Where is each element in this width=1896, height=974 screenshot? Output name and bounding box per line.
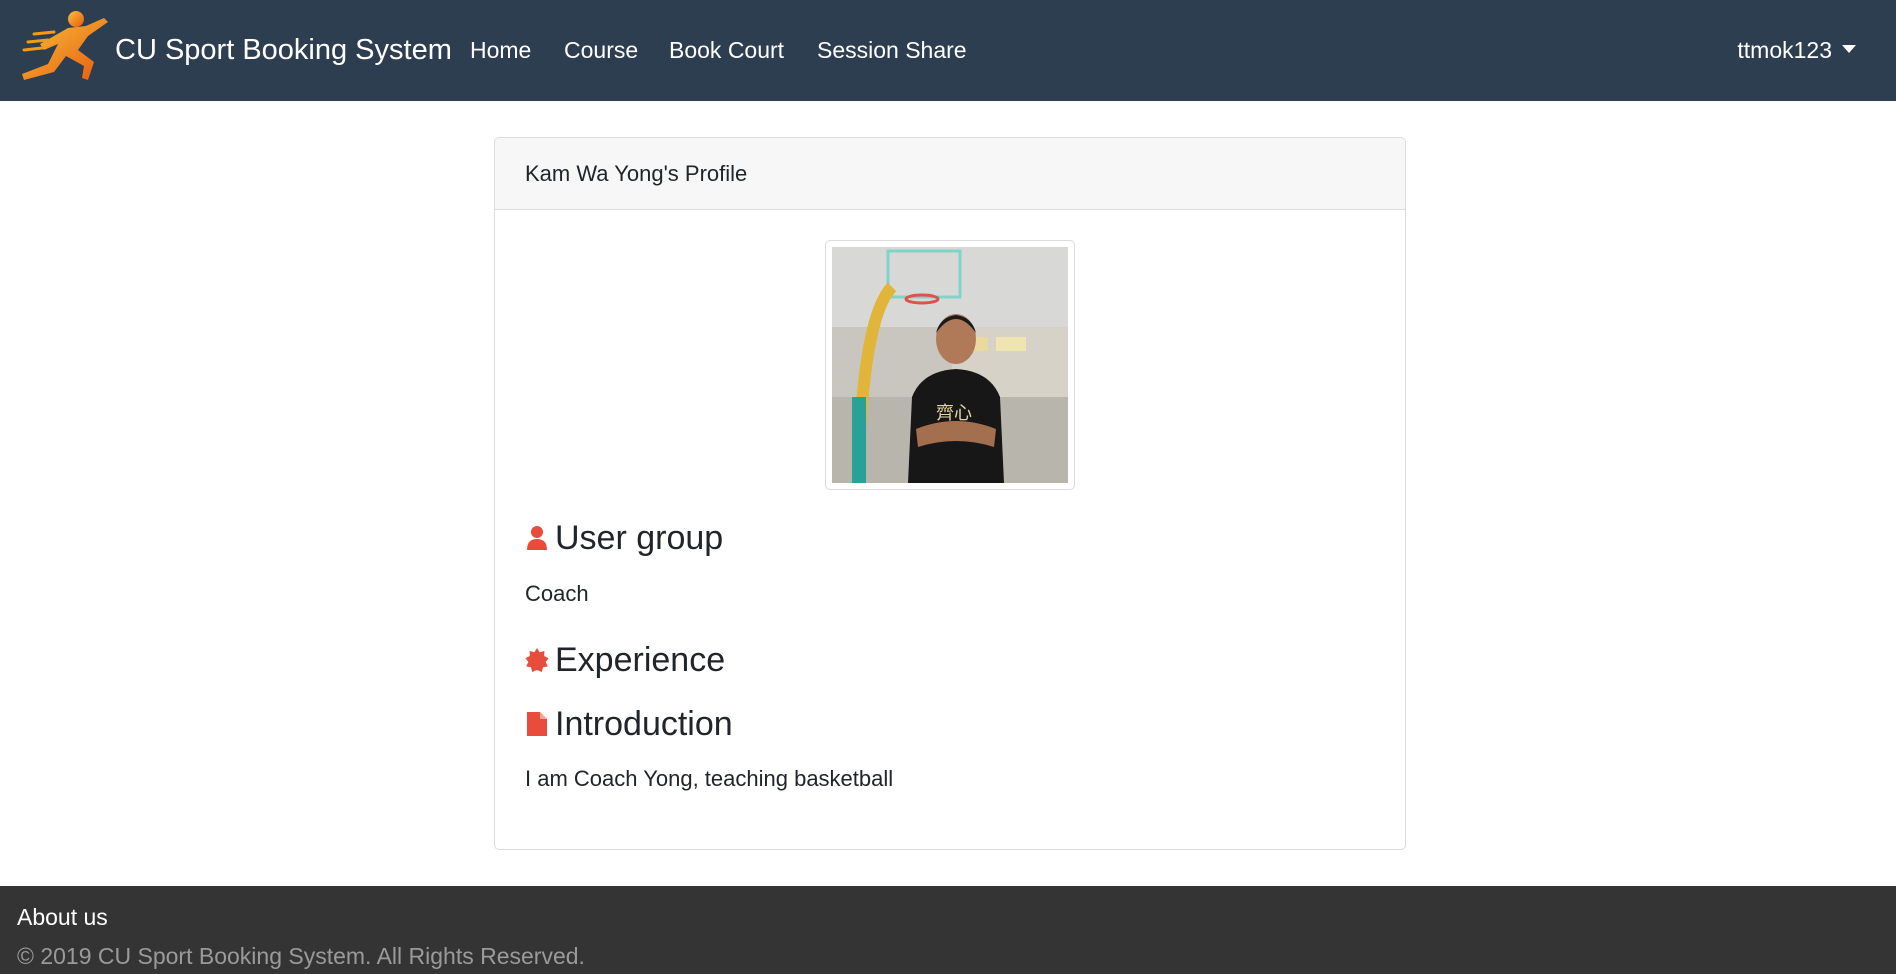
user-name: ttmok123 <box>1737 37 1832 63</box>
introduction-value: I am Coach Yong, teaching basketball <box>525 766 894 791</box>
nav-session-share[interactable]: Session Share <box>817 34 967 66</box>
footer-about-us[interactable]: About us <box>17 902 108 932</box>
user-group-value: Coach <box>525 581 589 606</box>
experience-title: Experience <box>555 641 726 679</box>
nav-home[interactable]: Home <box>470 34 531 66</box>
user-group-heading: User group <box>525 516 723 560</box>
runner-logo-icon[interactable] <box>14 10 112 88</box>
profile-photo: 齊心 <box>825 240 1075 490</box>
file-icon <box>527 712 547 736</box>
footer-copyright: © 2019 CU Sport Booking System. All Righ… <box>17 943 585 969</box>
introduction-heading: Introduction <box>525 702 733 746</box>
user-icon <box>527 526 547 550</box>
top-navbar: CU Sport Booking System Home Course Book… <box>0 0 1896 101</box>
chevron-down-icon <box>1842 45 1856 53</box>
profile-card: Kam Wa Yong's Profile 齊心 User group Coac… <box>494 137 1406 850</box>
nav-book-court[interactable]: Book Court <box>669 34 784 66</box>
user-dropdown[interactable]: ttmok123 <box>1737 34 1856 66</box>
card-header: Kam Wa Yong's Profile <box>495 138 1405 210</box>
brand-title[interactable]: CU Sport Booking System <box>115 30 452 70</box>
experience-heading: Experience <box>525 638 725 682</box>
certificate-icon <box>525 648 549 672</box>
svg-text:齊心: 齊心 <box>936 403 972 424</box>
coach-photo-image: 齊心 <box>832 247 1068 483</box>
nav-course[interactable]: Course <box>564 34 638 66</box>
user-group-title: User group <box>555 519 724 557</box>
introduction-title: Introduction <box>555 705 733 743</box>
profile-title: Kam Wa Yong's Profile <box>525 161 748 186</box>
